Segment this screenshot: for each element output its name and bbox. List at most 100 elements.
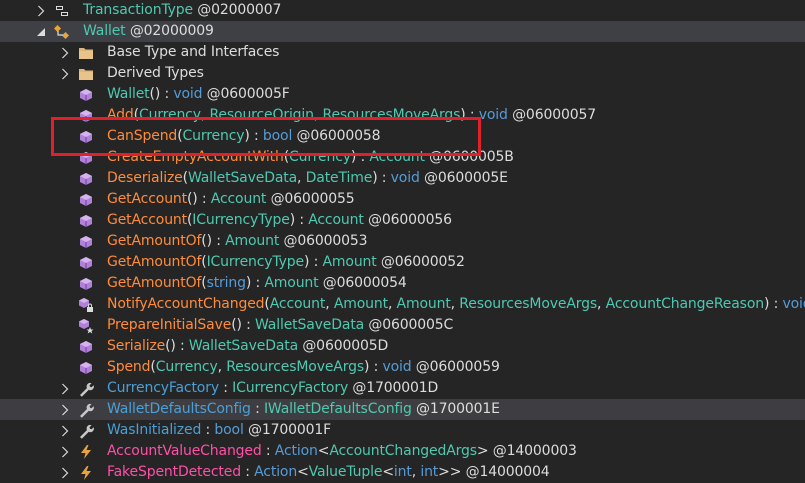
tree-row-type[interactable]: TransactionType @02000007 xyxy=(0,0,805,21)
expand-arrow-icon[interactable] xyxy=(60,467,70,479)
tree-row-method[interactable]: NotifyAccountChanged(Account, Amount, Am… xyxy=(0,294,805,315)
tree-row-method[interactable]: Serialize() : WalletSaveData @0600005D xyxy=(0,336,805,357)
label-part: , xyxy=(325,296,334,312)
label-part: ) : xyxy=(763,296,783,312)
label-part: ResourceOrigin xyxy=(209,107,314,123)
label-part: Currency xyxy=(155,359,218,375)
label-part: WalletSaveData xyxy=(187,170,298,186)
tree-row-label: Wallet @02000009 xyxy=(83,23,214,40)
tree-row-folder[interactable]: Base Type and Interfaces xyxy=(0,42,805,63)
tree-row-method[interactable]: Deserialize(WalletSaveData, DateTime) : … xyxy=(0,168,805,189)
label-part: WalletSaveData xyxy=(188,338,299,354)
method-icon xyxy=(78,192,94,208)
label-part: @1700001E xyxy=(411,401,500,417)
label-part: string xyxy=(206,275,246,291)
label-part: NotifyAccountChanged xyxy=(107,296,265,312)
label-part: Wallet xyxy=(107,86,150,102)
tree-row-prop[interactable]: WasInitialized : bool @1700001F xyxy=(0,420,805,441)
tree-row-type[interactable]: Wallet @02000009 xyxy=(0,21,805,42)
tree-row-prop[interactable]: CurrencyFactory : ICurrencyFactory @1700… xyxy=(0,378,805,399)
method-icon xyxy=(78,234,94,250)
label-part: ) : xyxy=(363,359,383,375)
label-part: >> @14000004 xyxy=(438,464,550,480)
tree-row-method[interactable]: Wallet() : void @0600005F xyxy=(0,84,805,105)
label-part: Action xyxy=(254,464,298,480)
label-part: ) : xyxy=(289,212,309,228)
wrench-icon xyxy=(78,402,94,418)
label-part: , xyxy=(597,296,606,312)
tree-row-method[interactable]: PrepareInitialSave() : WalletSaveData @0… xyxy=(0,315,805,336)
label-part: Wallet xyxy=(83,23,126,39)
tree-row-label: NotifyAccountChanged(Account, Amount, Am… xyxy=(107,296,805,313)
label-part: DateTime xyxy=(305,170,373,186)
expand-arrow-icon[interactable] xyxy=(60,404,70,416)
method-icon xyxy=(78,213,94,229)
wrench-icon xyxy=(78,381,94,397)
lightning-icon xyxy=(78,444,94,460)
label-part: Account xyxy=(308,212,364,228)
label-part: TransactionType xyxy=(83,2,193,18)
label-part: GetAmountOf xyxy=(107,233,202,249)
label-part: () : xyxy=(149,86,174,102)
label-part: ) : xyxy=(244,128,263,144)
tree-row-method[interactable]: GetAccount() : Account @06000055 xyxy=(0,189,805,210)
collapse-arrow-icon[interactable] xyxy=(36,26,46,38)
tree-row-method[interactable]: CreateEmptyAccountWith(Currency) : Accou… xyxy=(0,147,805,168)
label-part: CurrencyFactory xyxy=(107,380,219,396)
label-part: @06000058 xyxy=(292,128,381,144)
label-part: GetAmountOf xyxy=(107,254,202,270)
expand-arrow-icon[interactable] xyxy=(60,47,70,59)
method-icon xyxy=(78,255,94,271)
method-icon xyxy=(78,171,94,187)
tree-row-method[interactable]: Spend(Currency, ResourcesMoveArgs) : voi… xyxy=(0,357,805,378)
protected-method-icon xyxy=(78,318,94,334)
tree-row-method[interactable]: GetAccount(ICurrencyType) : Account @060… xyxy=(0,210,805,231)
label-part: void xyxy=(390,170,420,186)
label-part: @06000054 xyxy=(318,275,407,291)
label-part: PrepareInitialSave xyxy=(107,317,232,333)
label-part: Amount xyxy=(322,254,377,270)
tree-row-method[interactable]: CanSpend(Currency) : bool @06000058 xyxy=(0,126,805,147)
tree-row-method[interactable]: GetAmountOf(ICurrencyType) : Amount @060… xyxy=(0,252,805,273)
tree-row-label: FakeSpentDetected : Action<ValueTuple<in… xyxy=(107,464,550,481)
method-icon xyxy=(78,150,94,166)
label-part: @06000052 xyxy=(376,254,465,270)
label-part: Spend xyxy=(107,359,151,375)
tree-row-label: CanSpend(Currency) : bool @06000058 xyxy=(107,128,381,145)
tree-row-label: GetAmountOf(string) : Amount @06000054 xyxy=(107,275,407,292)
expand-arrow-icon[interactable] xyxy=(60,446,70,458)
expand-arrow-icon[interactable] xyxy=(60,383,70,395)
label-part: Currency xyxy=(289,149,351,165)
label-part: ) : xyxy=(304,254,323,270)
label-part: IWalletDefaultsConfig xyxy=(263,401,412,417)
label-part: @06000056 xyxy=(363,212,452,228)
tree-row-label: Add(Currency, ResourceOrigin, ResourcesM… xyxy=(107,107,596,124)
label-part: bool xyxy=(262,128,293,144)
tree-row-label: WalletDefaultsConfig : IWalletDefaultsCo… xyxy=(107,401,500,418)
expand-arrow-icon[interactable] xyxy=(36,5,46,17)
method-icon xyxy=(78,339,94,355)
tree-row-label: CurrencyFactory : ICurrencyFactory @1700… xyxy=(107,380,438,397)
label-part: , xyxy=(313,107,323,123)
tree-row-label: WasInitialized : bool @1700001F xyxy=(107,422,331,439)
tree-row-event[interactable]: AccountValueChanged : Action<AccountChan… xyxy=(0,441,805,462)
label-part: , xyxy=(217,359,227,375)
tree-row-label: GetAmountOf(ICurrencyType) : Amount @060… xyxy=(107,254,465,271)
label-part: ValueTuple xyxy=(308,464,383,480)
expand-arrow-icon[interactable] xyxy=(60,68,70,80)
folder-icon xyxy=(78,66,94,82)
assembly-tree[interactable]: TransactionType @02000007 Wallet @0200000… xyxy=(0,0,805,480)
label-part: < xyxy=(382,464,394,480)
class-icon xyxy=(54,24,70,40)
tree-row-label: PrepareInitialSave() : WalletSaveData @0… xyxy=(107,317,453,334)
tree-row-method[interactable]: GetAmountOf(string) : Amount @06000054 xyxy=(0,273,805,294)
tree-row-label: GetAmountOf() : Amount @06000053 xyxy=(107,233,368,250)
tree-row-prop[interactable]: WalletDefaultsConfig : IWalletDefaultsCo… xyxy=(0,399,805,420)
label-part: Amount xyxy=(333,296,388,312)
tree-row-method[interactable]: Add(Currency, ResourceOrigin, ResourcesM… xyxy=(0,105,805,126)
label-part: Amount xyxy=(264,275,319,291)
tree-row-folder[interactable]: Derived Types xyxy=(0,63,805,84)
label-part: () : xyxy=(201,233,226,249)
tree-row-method[interactable]: GetAmountOf() : Amount @06000053 xyxy=(0,231,805,252)
expand-arrow-icon[interactable] xyxy=(60,425,70,437)
